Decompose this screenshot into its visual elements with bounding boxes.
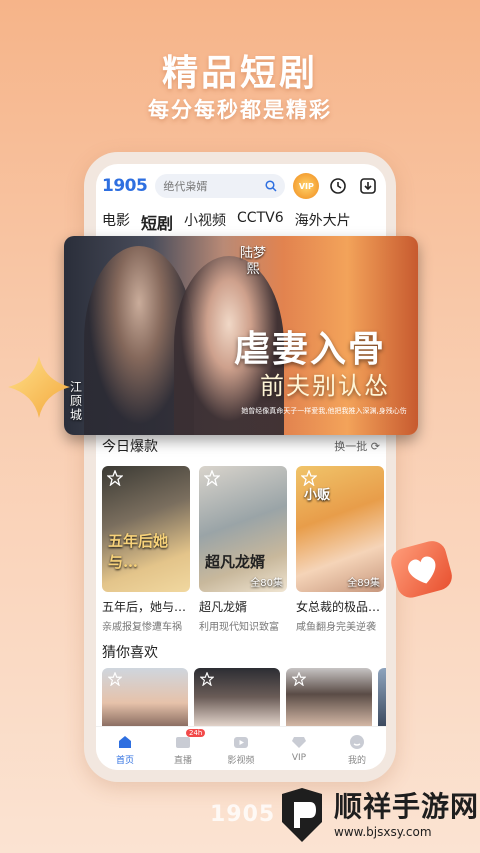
tab-short-video[interactable]: 小视频 <box>184 210 226 234</box>
drama-name: 五年后，她与… <box>102 600 187 614</box>
drama-name: 女总裁的极品… <box>296 600 381 614</box>
watermark: 顺祥手游网 www.bjsxsy.com <box>276 786 479 844</box>
tab-overseas[interactable]: 海外大片 <box>295 210 351 234</box>
guess-header: 猜你喜欢 <box>102 642 380 662</box>
tab-movie[interactable]: 电影 <box>102 210 130 234</box>
refresh-button[interactable]: 换一批 ⟳ <box>334 438 380 454</box>
history-icon[interactable] <box>327 175 349 197</box>
drama-poster[interactable]: 小贩 全89集 <box>296 466 384 592</box>
poster-title: 超凡龙婿 <box>205 553 266 571</box>
decorative-heart-icon <box>391 541 452 598</box>
diamond-icon <box>290 733 308 751</box>
drama-name: 超凡龙婿 <box>199 600 248 614</box>
vip-badge-button[interactable]: VIP <box>293 173 320 199</box>
star-icon[interactable] <box>292 672 306 686</box>
category-tabs: 电影 短剧 小视频 CCTV6 海外大片 <box>96 210 386 234</box>
drama-poster[interactable]: 五年后她与… <box>102 466 190 592</box>
nav-label: 影视频 <box>227 756 255 766</box>
video-icon <box>232 733 250 751</box>
tab-short-drama[interactable]: 短剧 <box>141 210 173 234</box>
nav-home[interactable]: 首页 <box>100 733 150 766</box>
nav-label: 我的 <box>347 756 366 766</box>
drama-desc: 亲戚报复惨遭车祸 <box>102 622 182 633</box>
drama-card[interactable]: 超凡龙婿 全80集 超凡龙婿 利用现代知识致富 <box>199 466 287 633</box>
poster-title: 小贩 <box>304 488 331 503</box>
drama-card[interactable]: 五年后她与… 五年后，她与… 亲戚报复惨遭车祸 <box>102 466 190 633</box>
episode-count: 全80集 <box>250 578 283 589</box>
star-icon[interactable] <box>200 672 214 686</box>
nav-label: 直播 <box>173 756 192 766</box>
drama-desc: 利用现代知识致富 <box>199 622 279 633</box>
star-icon[interactable] <box>108 672 122 686</box>
refresh-label: 换一批 <box>334 440 368 453</box>
banner-actor-name-right: 陆梦熙 <box>240 246 267 277</box>
search-placeholder: 绝代枭婿 <box>163 180 208 193</box>
top-bar: 1905 绝代枭婿 VIP <box>96 164 386 208</box>
promo-title: 精品短剧 <box>161 53 318 94</box>
guess-list <box>102 668 386 726</box>
episode-count: 全89集 <box>347 578 380 589</box>
download-icon[interactable] <box>357 175 379 197</box>
app-logo: 1905 <box>102 176 148 196</box>
nav-video[interactable]: 影视频 <box>216 733 266 766</box>
nav-live[interactable]: 24h 直播 <box>158 729 208 766</box>
guess-poster[interactable] <box>286 668 372 726</box>
live-badge: 24h <box>186 729 206 737</box>
home-icon <box>116 733 134 751</box>
banner-caption: 她曾经像真命天子一样爱我,他把我推入深渊,身残心伤 <box>241 407 407 415</box>
nav-label: 首页 <box>115 756 134 766</box>
guess-poster[interactable] <box>378 668 386 726</box>
poster-title: 五年后她与… <box>108 532 169 571</box>
drama-desc: 咸鱼翻身完美逆袭 <box>296 622 376 633</box>
guess-poster[interactable] <box>194 668 280 726</box>
banner-title-line1: 虐妻入骨 <box>234 328 387 370</box>
today-hot-list: 五年后她与… 五年后，她与… 亲戚报复惨遭车祸 超凡龙婿 全80集 超凡龙婿 利… <box>102 466 384 633</box>
section-title: 今日爆款 <box>102 439 158 455</box>
watermark-title: 顺祥手游网 <box>334 790 480 823</box>
tab-cctv6[interactable]: CCTV6 <box>237 210 284 234</box>
nav-vip[interactable]: VIP <box>274 733 324 763</box>
star-icon[interactable] <box>107 470 123 486</box>
search-input[interactable]: 绝代枭婿 <box>155 174 286 198</box>
featured-banner[interactable]: 陆梦熙 江顾城 虐妻入骨 前夫别认怂 她曾经像真命天子一样爱我,他把我推入深渊,… <box>64 236 418 435</box>
profile-icon <box>348 733 366 751</box>
drama-card[interactable]: 小贩 全89集 女总裁的极品… 咸鱼翻身完美逆袭 <box>296 466 384 633</box>
today-hot-header: 今日爆款 换一批 ⟳ <box>102 436 380 456</box>
star-icon[interactable] <box>204 470 220 486</box>
watermark-url: www.bjsxsy.com <box>334 825 432 839</box>
search-icon <box>265 180 277 192</box>
drama-poster[interactable]: 超凡龙婿 全80集 <box>199 466 287 592</box>
nav-label: VIP <box>291 753 307 763</box>
nav-mine[interactable]: 我的 <box>332 733 382 766</box>
watermark-logo-icon <box>282 788 322 842</box>
guess-poster[interactable] <box>102 668 188 726</box>
banner-title-line2: 前夫别认怂 <box>260 372 390 400</box>
footer-logo: 1905 <box>210 802 276 827</box>
promo-subtitle: 每分每秒都是精彩 <box>148 98 332 122</box>
section-title: 猜你喜欢 <box>102 645 158 661</box>
bottom-nav: 首页 24h 直播 影视频 VIP 我的 <box>96 726 386 770</box>
decorative-star-icon <box>8 356 70 418</box>
